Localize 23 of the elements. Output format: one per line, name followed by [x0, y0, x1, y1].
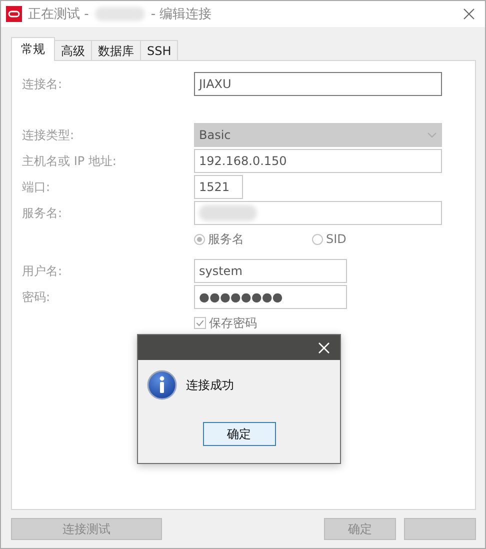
app-logo-icon: [6, 6, 22, 22]
window-title: 正在测试 -: [28, 6, 89, 23]
field-label: 主机名或 IP 地址:: [22, 152, 118, 170]
close-icon[interactable]: [461, 6, 477, 22]
input-field[interactable]: JIAXU: [194, 72, 442, 96]
close-icon[interactable]: [316, 340, 332, 356]
ok-button[interactable]: 确定: [202, 422, 276, 446]
info-icon: [147, 370, 177, 400]
field-label: 连接类型:: [22, 126, 76, 144]
field-label: 端口:: [22, 178, 52, 196]
checkbox-label: 保存密码: [209, 314, 257, 332]
message-text: 连接成功: [186, 376, 234, 394]
field-label: 服务名:: [22, 204, 64, 222]
radio-option[interactable]: 服务名: [194, 230, 244, 248]
window-title: - 编辑连接: [150, 6, 212, 23]
tab[interactable]: 常规: [11, 37, 55, 61]
checkbox[interactable]: [194, 317, 206, 329]
caret-icon: [427, 132, 437, 138]
field-label: 连接名:: [22, 76, 64, 92]
field-label: 密码:: [22, 288, 52, 306]
field-label: 用户名:: [22, 262, 64, 280]
tab[interactable]: SSH: [140, 40, 178, 61]
radio-option[interactable]: SID: [312, 232, 346, 246]
